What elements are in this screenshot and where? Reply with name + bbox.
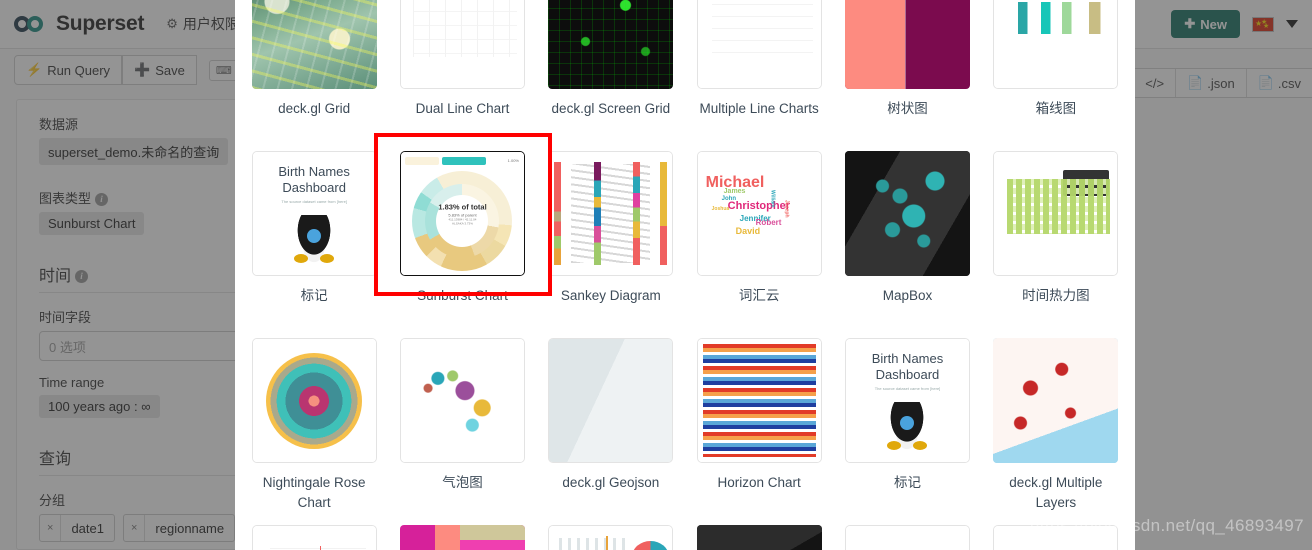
viz-type-label: Sankey Diagram bbox=[560, 288, 661, 303]
viz-type-card[interactable]: Sankey Diagram bbox=[548, 143, 674, 330]
viz-type-card[interactable]: deck.gl Multiple Layers bbox=[993, 330, 1119, 517]
viz-type-card[interactable]: Michael Christopher Jennifer David Rober… bbox=[696, 143, 822, 330]
viz-type-card[interactable]: Horizon Chart bbox=[696, 330, 822, 517]
birth-subtitle: The source dataset came from [here] bbox=[874, 386, 941, 391]
viz-type-label: 树状图 bbox=[887, 101, 928, 116]
thumbnail-image bbox=[252, 526, 376, 550]
viz-type-label: Nightingale Rose Chart bbox=[262, 475, 366, 510]
thumbnail-image bbox=[549, 526, 673, 550]
viz-type-card[interactable] bbox=[399, 517, 525, 550]
thumbnail-image bbox=[844, 0, 970, 89]
viz-type-card[interactable]: Birth Names Dashboard The source dataset… bbox=[844, 330, 970, 517]
viz-type-label: Sunburst Chart bbox=[417, 288, 508, 303]
viz-type-label: 气泡图 bbox=[442, 475, 483, 490]
viz-type-card[interactable]: deck.gl Grid bbox=[251, 0, 377, 143]
penguin-icon bbox=[292, 215, 337, 263]
viz-type-label: 词汇云 bbox=[738, 288, 780, 303]
viz-type-label: MapBox bbox=[882, 288, 933, 303]
sunburst-legend-right: 1.00% bbox=[507, 158, 519, 163]
viz-type-label: 标记 bbox=[300, 288, 328, 303]
thumbnail-image: 1.00% 1.83% of total 5.83% of parent 411… bbox=[400, 152, 524, 275]
thumbnail-image bbox=[549, 152, 673, 275]
thumbnail-image bbox=[994, 152, 1118, 275]
viz-type-grid: deck.gl Grid Dual Line Chart deck.gl Scr… bbox=[235, 0, 1135, 550]
thumbnail-image bbox=[993, 338, 1119, 463]
thumbnail-image: Michael Christopher Jennifer David Rober… bbox=[697, 152, 821, 275]
sunburst-center-quaternary: ALSAKA 3.73% bbox=[452, 221, 473, 225]
viz-type-card[interactable] bbox=[844, 517, 970, 550]
thumbnail-image: Birth Names Dashboard The source dataset… bbox=[845, 339, 969, 462]
viz-type-card[interactable] bbox=[251, 517, 377, 550]
thumbnail-image: Birth Names Dashboard The source dataset… bbox=[252, 152, 376, 275]
viz-type-card[interactable]: deck.gl Screen Grid bbox=[548, 0, 674, 143]
viz-type-gallery-modal: deck.gl Grid Dual Line Chart deck.gl Scr… bbox=[235, 0, 1135, 550]
viz-type-label: Dual Line Chart bbox=[415, 101, 510, 116]
viz-type-card[interactable]: 气泡图 bbox=[399, 330, 525, 517]
viz-type-label: deck.gl Geojson bbox=[562, 475, 660, 490]
thumbnail-image bbox=[252, 339, 376, 462]
thumbnail-image bbox=[548, 0, 674, 89]
sunburst-center-primary: 1.83% of total bbox=[438, 202, 487, 211]
viz-type-card[interactable]: 箱线图 bbox=[993, 0, 1119, 143]
thumbnail-image bbox=[845, 526, 969, 550]
watermark: https://blog.csdn.net/qq_46893497 bbox=[1029, 516, 1304, 535]
thumbnail-image bbox=[697, 339, 821, 462]
penguin-icon bbox=[885, 402, 930, 450]
viz-type-card[interactable] bbox=[548, 517, 674, 550]
viz-type-label: deck.gl Grid bbox=[278, 101, 351, 116]
viz-type-label: deck.gl Multiple Layers bbox=[1009, 475, 1103, 510]
birth-title-line1: Birth Names bbox=[871, 351, 944, 366]
thumbnail-image bbox=[400, 0, 524, 88]
viz-type-card[interactable]: deck.gl Geojson bbox=[548, 330, 674, 517]
birth-title-line1: Birth Names bbox=[278, 164, 350, 179]
viz-type-label: Horizon Chart bbox=[717, 475, 801, 490]
thumbnail-image bbox=[697, 0, 821, 88]
viz-type-card[interactable]: Multiple Line Charts bbox=[696, 0, 822, 143]
thumbnail-image bbox=[994, 0, 1118, 88]
viz-type-label: 时间热力图 bbox=[1022, 288, 1090, 303]
viz-type-card[interactable]: San Francisco MapBox bbox=[844, 143, 970, 330]
thumbnail-image bbox=[251, 0, 377, 89]
viz-type-label: Multiple Line Charts bbox=[699, 101, 819, 116]
screenshot-root: Superset ⚙ 用户权限 ✚ New ★ ★ ★ bbox=[0, 0, 1312, 550]
birth-title-line2: Dashboard bbox=[875, 367, 940, 382]
birth-title-line2: Dashboard bbox=[282, 180, 346, 195]
viz-type-label: 箱线图 bbox=[1035, 101, 1077, 116]
viz-type-card[interactable]: 时间热力图 bbox=[993, 143, 1119, 330]
viz-type-card[interactable]: Nightingale Rose Chart bbox=[251, 330, 377, 517]
viz-type-card[interactable]: 树状图 bbox=[844, 0, 970, 143]
birth-subtitle: The source dataset came from [here] bbox=[281, 199, 347, 204]
thumbnail-image: San Francisco bbox=[844, 151, 970, 276]
thumbnail-image bbox=[400, 339, 524, 462]
thumbnail-image bbox=[549, 339, 673, 462]
viz-type-label: deck.gl Screen Grid bbox=[551, 101, 671, 116]
viz-type-card[interactable]: Birth Names Dashboard The source dataset… bbox=[251, 143, 377, 330]
thumbnail-image bbox=[696, 525, 822, 550]
viz-type-label: 标记 bbox=[893, 475, 921, 490]
thumbnail-image bbox=[399, 525, 525, 550]
viz-type-card-sunburst[interactable]: 1.00% 1.83% of total 5.83% of parent 411… bbox=[373, 133, 552, 330]
viz-type-card[interactable] bbox=[696, 517, 822, 550]
viz-type-card[interactable]: Dual Line Chart bbox=[399, 0, 525, 143]
